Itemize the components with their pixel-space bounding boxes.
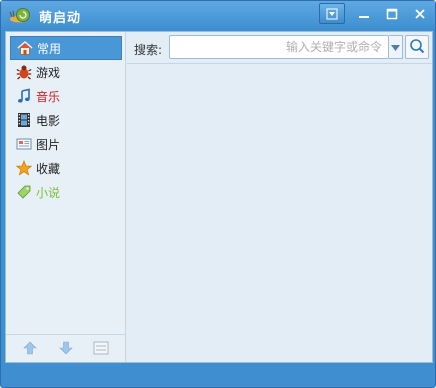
category-list: 常用 游戏 音乐 电影 图片 收藏 小说 xyxy=(10,36,122,204)
arrow-up-icon xyxy=(23,341,37,358)
star-icon xyxy=(16,160,32,176)
search-input[interactable] xyxy=(170,36,388,58)
sidebar-item-label: 图片 xyxy=(36,137,61,152)
sidebar-item-movies[interactable]: 电影 xyxy=(10,108,122,132)
close-button[interactable] xyxy=(407,3,433,24)
sidebar-item-music[interactable]: 音乐 xyxy=(10,84,122,108)
list-icon xyxy=(93,341,109,358)
arrow-down-icon xyxy=(59,341,73,358)
category-sidebar: 常用 游戏 音乐 电影 图片 收藏 小说 xyxy=(6,32,126,362)
sidebar-item-favorites[interactable]: 收藏 xyxy=(10,156,122,180)
search-label: 搜索: xyxy=(134,43,163,57)
launcher-item-area[interactable] xyxy=(127,65,432,362)
sidebar-item-novels[interactable]: 小说 xyxy=(10,180,122,204)
sidebar-item-label: 收藏 xyxy=(36,161,61,176)
menu-button[interactable] xyxy=(319,3,345,24)
sidebar-item-label: 游戏 xyxy=(36,65,61,80)
search-box xyxy=(169,35,389,59)
sidebar-footer xyxy=(6,334,125,362)
home-icon xyxy=(17,40,33,56)
sidebar-item-games[interactable]: 游戏 xyxy=(10,60,122,84)
music-note-icon xyxy=(16,88,32,104)
app-window: 萌启动 常用 游戏 音乐 电影 图片 收藏 小说 搜索: 输入关键字或命令 xyxy=(0,0,436,388)
main-panel: 常用 游戏 音乐 电影 图片 收藏 小说 搜索: 输入关键字或命令 xyxy=(5,31,433,363)
launcher-main: 搜索: xyxy=(127,32,432,362)
maximize-icon xyxy=(386,8,398,20)
search-bar: 搜索: xyxy=(127,32,432,64)
minimize-icon xyxy=(358,8,370,20)
window-title: 萌启动 xyxy=(39,11,82,26)
search-button[interactable] xyxy=(405,35,429,59)
film-icon xyxy=(16,112,32,128)
sidebar-item-label: 常用 xyxy=(37,41,62,56)
minimize-button[interactable] xyxy=(351,3,377,24)
sidebar-item-label: 电影 xyxy=(36,113,61,128)
sidebar-item-label: 音乐 xyxy=(36,89,61,104)
bug-icon xyxy=(16,64,32,80)
search-icon xyxy=(409,38,425,57)
move-down-button[interactable] xyxy=(56,339,76,359)
tag-icon xyxy=(16,184,32,200)
close-icon xyxy=(414,8,426,20)
chevron-down-icon xyxy=(391,40,400,54)
snail-icon xyxy=(9,6,35,24)
sidebar-item-pictures[interactable]: 图片 xyxy=(10,132,122,156)
picture-icon xyxy=(16,136,32,152)
move-up-button[interactable] xyxy=(20,339,40,359)
manage-list-button[interactable] xyxy=(91,339,111,359)
maximize-button[interactable] xyxy=(379,3,405,24)
search-history-dropdown[interactable] xyxy=(389,35,403,59)
sidebar-item-label: 小说 xyxy=(36,185,61,200)
sidebar-item-common[interactable]: 常用 xyxy=(10,36,122,60)
status-bar xyxy=(5,365,433,385)
menu-icon xyxy=(326,8,338,20)
title-bar[interactable]: 萌启动 xyxy=(1,1,435,29)
